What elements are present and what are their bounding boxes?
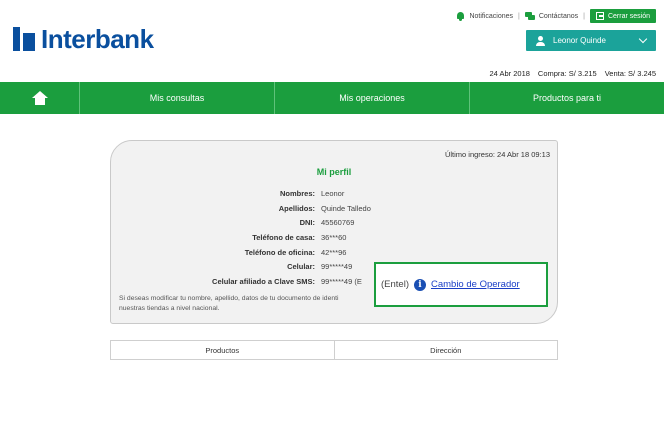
user-menu-button[interactable]: Leonor Quinde: [526, 30, 656, 51]
exchange-rates: 24 Abr 2018 Compra: S/ 3.215 Venta: S/ 3…: [489, 69, 656, 78]
field-label: Teléfono de casa:: [252, 233, 315, 243]
field-value: Leonor: [321, 189, 345, 198]
rates-sell: Venta: S/ 3.245: [604, 69, 656, 78]
info-icon: i: [413, 278, 426, 291]
chat-icon: [524, 12, 535, 20]
field-label: Celular afiliado a Clave SMS:: [212, 277, 315, 287]
products-table-header: Productos Dirección: [110, 340, 558, 360]
chevron-down-icon: [638, 34, 648, 44]
field-label: Celular:: [287, 262, 315, 272]
notifications-label: Notificaciones: [469, 12, 514, 20]
nav-item-mis-operaciones[interactable]: Mis operaciones: [275, 82, 470, 114]
contact-link[interactable]: Contáctanos: [524, 12, 579, 20]
field-row-telefono-oficina: Teléfono de oficina: 42***96: [111, 246, 557, 261]
field-value: Quinde Talledo: [321, 203, 371, 213]
field-row-dni: DNI: 45560769: [111, 216, 557, 231]
field-row-nombres: Nombres: Leonor: [111, 187, 557, 202]
note-line-1: Si deseas modificar tu nombre, apellido,…: [119, 295, 339, 302]
nav-home[interactable]: [0, 82, 80, 114]
user-icon: [536, 35, 545, 46]
top-links: Notificaciones | Contáctanos | Cerrar se…: [456, 9, 656, 23]
nav-item-mis-consultas[interactable]: Mis consultas: [80, 82, 275, 114]
change-operator-link[interactable]: Cambio de Operador: [431, 279, 520, 290]
field-value: 99*****49 (E: [321, 277, 362, 287]
operator-name: (Entel): [381, 279, 409, 290]
field-label: Teléfono de oficina:: [244, 247, 315, 257]
note-line-2: nuestras tiendas a nivel nacional.: [119, 305, 220, 312]
last-login: Último ingreso: 24 Abr 18 09:13: [444, 150, 550, 159]
column-header-productos: Productos: [205, 345, 240, 355]
field-value: 36***60: [321, 233, 347, 243]
separator: |: [518, 12, 520, 20]
field-label: Apellidos:: [278, 203, 315, 213]
page-title: Mi perfil: [316, 167, 352, 177]
field-value: 99*****49: [321, 262, 353, 272]
bell-icon: [456, 11, 465, 21]
field-label: Nombres:: [279, 189, 315, 198]
logo-mark-icon: [13, 27, 35, 51]
field-row-apellidos: Apellidos: Quinde Talledo: [111, 202, 557, 217]
logo-text: Interbank: [41, 24, 154, 54]
nav-item-productos[interactable]: Productos para ti: [470, 82, 664, 114]
column-header-direccion: Dirección: [333, 341, 558, 359]
rates-buy: Compra: S/ 3.215: [537, 69, 597, 78]
home-icon: [31, 91, 48, 105]
logout-icon: [595, 12, 604, 20]
field-row-telefono-casa: Teléfono de casa: 36***60: [111, 231, 557, 246]
interbank-logo[interactable]: Interbank: [13, 26, 154, 52]
rates-date: 24 Abr 2018: [489, 69, 530, 78]
field-value: 45560769: [321, 218, 355, 228]
contact-label: Contáctanos: [538, 12, 579, 20]
main-nav: Mis consultas Mis operaciones Productos …: [0, 82, 664, 114]
user-name: Leonor Quinde: [553, 36, 606, 45]
modify-data-note: Si deseas modificar tu nombre, apellido,…: [119, 294, 381, 314]
notifications-link[interactable]: Notificaciones: [456, 11, 514, 21]
field-value: 42***96: [321, 247, 347, 257]
logout-label: Cerrar sesión: [607, 12, 650, 20]
separator: |: [583, 12, 585, 20]
logout-button[interactable]: Cerrar sesión: [589, 9, 656, 23]
operator-change-box: (Entel) i Cambio de Operador: [374, 262, 548, 307]
field-label: DNI:: [299, 218, 315, 228]
